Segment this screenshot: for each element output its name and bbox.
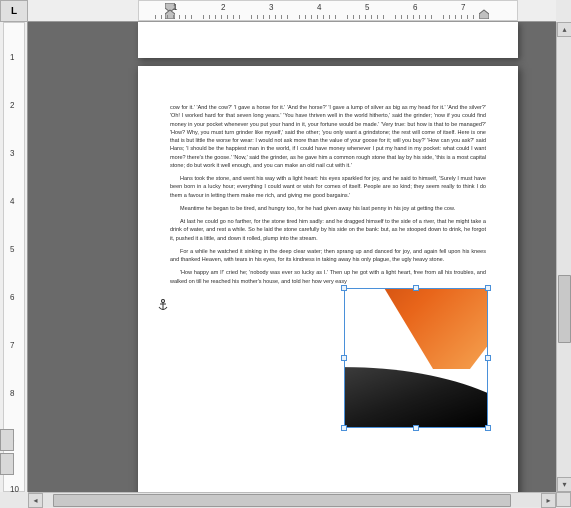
- ruler-h-number: 7: [461, 3, 465, 12]
- ruler-v-number: 8: [10, 389, 14, 398]
- ruler-corner-label: L: [11, 6, 17, 17]
- left-tab-2[interactable]: [0, 453, 14, 475]
- ruler-h-number: 6: [413, 3, 417, 12]
- scroll-v-thumb[interactable]: [558, 275, 571, 343]
- ruler-v-track: 12345678910: [3, 22, 25, 492]
- resize-handle-tl[interactable]: [341, 285, 347, 291]
- resize-handle-ml[interactable]: [341, 355, 347, 361]
- ruler-v-number: 2: [10, 101, 14, 110]
- ruler-h-number: 4: [317, 3, 321, 12]
- paragraph[interactable]: Hans took the stone, and went his way wi…: [170, 175, 486, 200]
- ruler-v-number: 6: [10, 293, 14, 302]
- scroll-left-button[interactable]: ◂: [28, 493, 43, 508]
- ruler-h-number: 3: [269, 3, 273, 12]
- ruler-h-number: 2: [221, 3, 225, 12]
- resize-handle-mr[interactable]: [485, 355, 491, 361]
- paragraph[interactable]: At last he could go no farther, for the …: [170, 218, 486, 243]
- ruler-h-number: 1: [173, 3, 177, 12]
- scroll-down-button[interactable]: ▾: [557, 477, 571, 492]
- ruler-v-number: 5: [10, 245, 14, 254]
- paragraph[interactable]: Meantime he began to be tired, and hungr…: [170, 205, 486, 213]
- document-page[interactable]: cow for it.' 'And the cow?' 'I gave a ho…: [138, 66, 518, 492]
- ruler-h-track: 1 2 3 4 5 6 7: [138, 0, 518, 21]
- resize-handle-br[interactable]: [485, 425, 491, 431]
- resize-handle-bm[interactable]: [413, 425, 419, 431]
- document-canvas[interactable]: cow for it.' 'And the cow?' 'I gave a ho…: [28, 22, 556, 492]
- ruler-v-number: 10: [10, 485, 19, 494]
- image-content[interactable]: [345, 289, 487, 427]
- left-panel-tabs: [0, 429, 28, 477]
- horizontal-ruler[interactable]: 1 2 3 4 5 6 7: [28, 0, 556, 22]
- ruler-v-number: 3: [10, 149, 14, 158]
- resize-handle-bl[interactable]: [341, 425, 347, 431]
- scroll-up-button[interactable]: ▴: [557, 22, 571, 37]
- resize-handle-tr[interactable]: [485, 285, 491, 291]
- vertical-scrollbar[interactable]: ▴ ▾: [556, 22, 571, 492]
- logo-orange-shape: [345, 289, 487, 369]
- ruler-v-number: 4: [10, 197, 14, 206]
- paragraph[interactable]: For a while he watched it sinking in the…: [170, 248, 486, 265]
- ruler-v-number: 1: [10, 53, 14, 62]
- indent-marker-right[interactable]: [479, 3, 489, 17]
- scroll-h-thumb[interactable]: [53, 494, 511, 507]
- paragraph[interactable]: cow for it.' 'And the cow?' 'I gave a ho…: [170, 104, 486, 170]
- ruler-v-number: 7: [10, 341, 14, 350]
- scrollbar-corner: [556, 492, 571, 507]
- scroll-h-track[interactable]: [43, 493, 541, 507]
- paragraph[interactable]: 'How happy am I!' cried he; 'nobody was …: [170, 269, 486, 286]
- previous-page-edge: [138, 22, 518, 58]
- resize-handle-tm[interactable]: [413, 285, 419, 291]
- anchor-icon[interactable]: [158, 298, 168, 310]
- left-tab-1[interactable]: [0, 429, 14, 451]
- vertical-ruler[interactable]: 12345678910: [0, 22, 28, 492]
- scroll-right-button[interactable]: ▸: [541, 493, 556, 508]
- scroll-v-track[interactable]: [557, 37, 571, 477]
- ruler-corner[interactable]: L: [0, 0, 28, 22]
- ruler-h-number: 5: [365, 3, 369, 12]
- selected-image-frame[interactable]: [344, 288, 488, 428]
- horizontal-scrollbar[interactable]: ◂ ▸: [28, 492, 556, 507]
